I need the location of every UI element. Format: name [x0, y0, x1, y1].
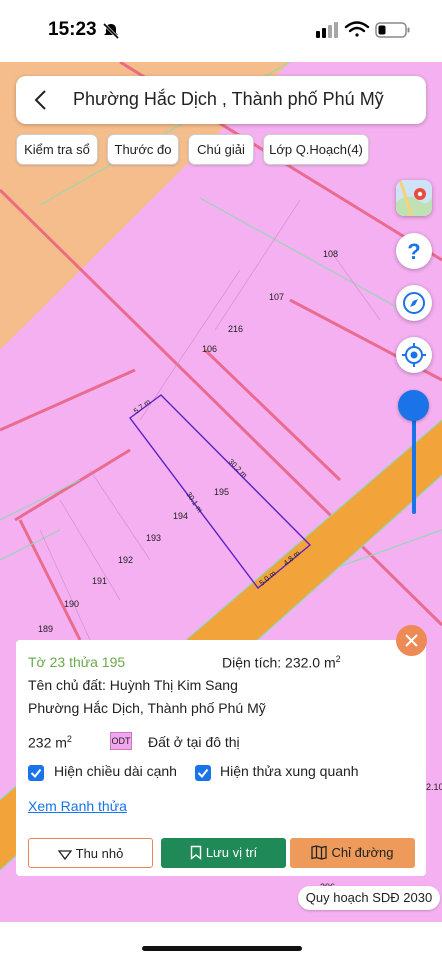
bottom-bar: [0, 922, 442, 960]
status-time: 15:23: [48, 19, 97, 40]
back-arrow-icon[interactable]: [30, 88, 54, 112]
shrink-button-label: Thu nhỏ: [75, 846, 124, 861]
check-book-chip[interactable]: Kiểm tra sổ: [16, 134, 98, 165]
map-layers-button[interactable]: [396, 180, 432, 216]
parcel-label: 194: [173, 511, 188, 521]
bookmark-icon: [190, 845, 202, 860]
location-title: Phường Hắc Dịch , Thành phố Phú Mỹ: [73, 89, 384, 109]
parcel-label: 2.10: [426, 782, 442, 792]
owner-name: Tên chủ đất: Huỳnh Thị Kim Sang: [28, 677, 238, 693]
help-button[interactable]: ?: [396, 233, 432, 269]
parcel-label: 189: [38, 624, 53, 634]
close-icon: [405, 634, 418, 647]
shrink-button[interactable]: Thu nhỏ: [28, 838, 153, 868]
svg-text:?: ?: [407, 239, 420, 264]
locate-icon: [402, 343, 426, 367]
check-icon: [197, 768, 209, 779]
signal-icon: [316, 22, 338, 38]
parcel-label: 190: [64, 599, 79, 609]
planning-layers-chip[interactable]: Lớp Q.Hoạch(4): [263, 134, 369, 165]
close-card-button[interactable]: [396, 625, 427, 656]
status-icons: [316, 21, 410, 38]
wifi-icon: [344, 21, 370, 37]
parcel-label: 216: [228, 324, 243, 334]
status-bar: 15:23: [0, 0, 442, 62]
view-boundary-link[interactable]: Xem Ranh thửa: [28, 798, 127, 814]
parcel-label: 108: [323, 249, 338, 259]
save-location-label: Lưu vị trí: [205, 845, 258, 860]
zoom-slider-handle[interactable]: [398, 390, 429, 421]
edge-label: 5.7 m: [132, 397, 152, 415]
parcel-label: 191: [92, 576, 107, 586]
area-value: Diện tích: 232.0 m2: [222, 654, 341, 671]
parcel-id: Tờ 23 thửa 195: [28, 654, 126, 670]
legend-chip[interactable]: Chú giải: [188, 134, 254, 165]
show-neighbors-checkbox[interactable]: [195, 765, 211, 781]
parcel-label: 193: [146, 533, 161, 543]
directions-button[interactable]: Chỉ đường: [290, 838, 415, 868]
parcel-info-card: Tờ 23 thửa 195 Diện tích: 232.0 m2 Tên c…: [16, 640, 426, 876]
parcel-label: 195: [214, 487, 229, 497]
help-icon: ?: [407, 239, 420, 264]
map-fold-icon: [311, 845, 328, 860]
compass-button[interactable]: [396, 285, 432, 321]
battery-icon: [375, 22, 410, 38]
parcel-label: 107: [269, 292, 284, 302]
home-indicator[interactable]: [142, 946, 302, 951]
location-header[interactable]: Phường Hắc Dịch , Thành phố Phú Mỹ: [16, 76, 426, 124]
parcel-address: Phường Hắc Dịch, Thành phố Phú Mỹ: [28, 700, 266, 716]
edge-label: 30.2 m: [227, 457, 250, 480]
locate-button[interactable]: [396, 337, 432, 373]
show-edge-length-checkbox[interactable]: [28, 765, 44, 781]
check-icon: [30, 768, 42, 779]
show-edge-length-label[interactable]: Hiện chiều dài cạnh: [54, 763, 177, 779]
measure-chip[interactable]: Thước đo: [107, 134, 179, 165]
parcel-label: 106: [202, 344, 217, 354]
triangle-down-icon: [57, 850, 72, 861]
land-type: Đất ở tại đô thị: [148, 734, 240, 750]
bell-muted-icon: [102, 22, 120, 40]
map-layers-icon: [396, 180, 432, 216]
planning-layer-badge[interactable]: Quy hoạch SDĐ 2030: [298, 886, 440, 910]
compass-icon: [403, 292, 425, 314]
show-neighbors-label[interactable]: Hiện thửa xung quanh: [220, 763, 359, 779]
save-location-button[interactable]: Lưu vị trí: [161, 838, 286, 868]
parcel-label: 192: [118, 555, 133, 565]
land-code-badge: ODT: [110, 732, 132, 750]
land-size: 232 m2: [28, 734, 72, 751]
directions-label: Chỉ đường: [331, 845, 394, 860]
